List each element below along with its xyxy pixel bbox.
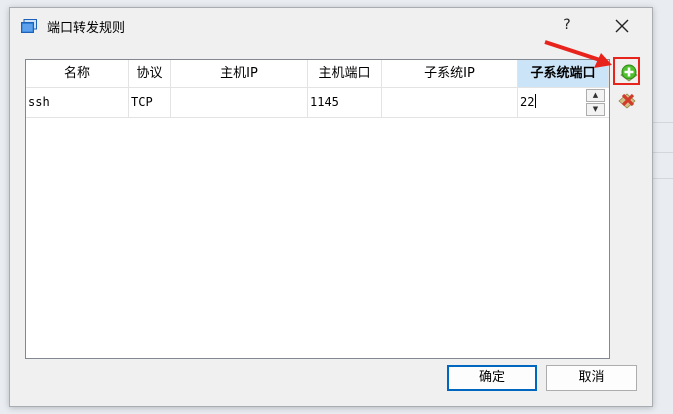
column-header-guest-port[interactable]: 子系统端口: [518, 60, 609, 87]
cell-host-port[interactable]: 1145: [308, 88, 382, 117]
title-bar: 端口转发规则 ?: [10, 8, 652, 42]
guest-port-value[interactable]: 22: [520, 89, 537, 116]
spin-buttons: ▲ ▼: [586, 89, 605, 116]
remove-rule-button[interactable]: [616, 89, 638, 111]
port-forwarding-dialog: 端口转发规则 ? 名称 协议 主机IP 主机端口 子系统IP 子系统端口 ssh…: [9, 7, 653, 407]
column-header-host-ip[interactable]: 主机IP: [171, 60, 308, 87]
cell-name[interactable]: ssh: [26, 88, 129, 117]
table-header: 名称 协议 主机IP 主机端口 子系统IP 子系统端口: [26, 60, 609, 88]
column-header-name[interactable]: 名称: [26, 60, 129, 87]
windows-icon: [21, 19, 37, 33]
remove-rule-icon: [618, 93, 636, 109]
spin-up-button[interactable]: ▲: [586, 89, 605, 102]
ok-button[interactable]: 确定: [447, 365, 537, 391]
table-row[interactable]: ssh TCP 1145 22 ▲ ▼: [26, 88, 609, 118]
column-header-host-port[interactable]: 主机端口: [308, 60, 382, 87]
guest-port-text: 22: [520, 95, 535, 109]
column-header-guest-ip[interactable]: 子系统IP: [382, 60, 518, 87]
cell-protocol[interactable]: TCP: [129, 88, 171, 117]
spin-down-button[interactable]: ▼: [586, 103, 605, 116]
add-rule-button[interactable]: [617, 61, 641, 85]
close-button[interactable]: [610, 14, 634, 38]
guest-port-spinbox[interactable]: 22 ▲ ▼: [518, 89, 608, 116]
help-button[interactable]: ?: [557, 14, 577, 36]
close-icon: [615, 19, 629, 33]
cancel-button[interactable]: 取消: [546, 365, 637, 391]
text-caret: [535, 94, 537, 108]
rules-table[interactable]: 名称 协议 主机IP 主机端口 子系统IP 子系统端口 ssh TCP 1145…: [25, 59, 610, 359]
cell-host-ip[interactable]: [171, 88, 308, 117]
add-rule-icon: [620, 64, 638, 82]
dialog-title: 端口转发规则: [47, 21, 126, 36]
column-header-protocol[interactable]: 协议: [129, 60, 171, 87]
cell-guest-ip[interactable]: [382, 88, 518, 117]
